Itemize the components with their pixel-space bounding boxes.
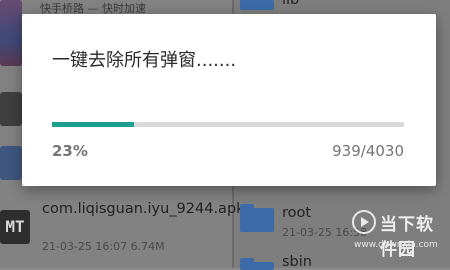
- folder-name-root[interactable]: root: [282, 205, 311, 221]
- progress-bar: [52, 122, 404, 127]
- progress-dialog: 一键去除所有弹窗....... 23% 939/4030: [22, 14, 436, 186]
- watermark-title: 当下软件园: [380, 215, 434, 260]
- folder-name-lib[interactable]: lib: [282, 0, 299, 8]
- progress-count: 939/4030: [332, 142, 404, 160]
- folder-icon[interactable]: [240, 204, 274, 232]
- apk-thumbnail[interactable]: MT: [0, 210, 30, 244]
- document-icon[interactable]: [0, 146, 22, 180]
- apk-file-meta: 21-03-25 16:07 6.74M: [42, 240, 165, 253]
- watermark-url: www.downxia.com: [354, 240, 438, 250]
- apk-file-name[interactable]: com.liqisguan.iyu_9244.apk: [42, 200, 245, 219]
- progress-bar-fill: [52, 122, 134, 127]
- dialog-title: 一键去除所有弹窗.......: [52, 50, 237, 71]
- file-icon[interactable]: [0, 92, 22, 126]
- image-thumbnail[interactable]: [0, 0, 22, 66]
- watermark: 当下软件园 www.downxia.com: [352, 206, 448, 260]
- folder-icon[interactable]: [240, 258, 274, 270]
- progress-percent: 23%: [52, 142, 88, 160]
- watermark-logo-icon: [352, 210, 376, 234]
- folder-icon[interactable]: [240, 0, 274, 10]
